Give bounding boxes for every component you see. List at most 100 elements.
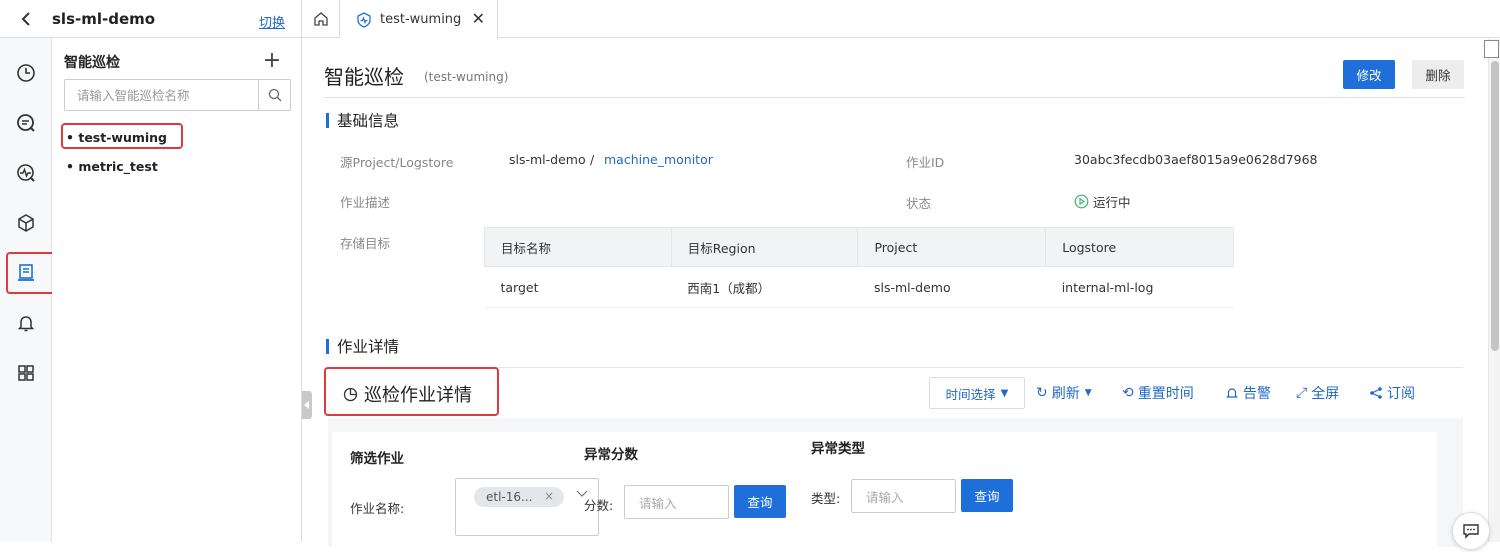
cube-icon[interactable] xyxy=(13,210,39,236)
job-name-label: 作业名称: xyxy=(350,501,405,516)
table-header: Project xyxy=(857,227,1047,267)
alert-button[interactable]: 告警 xyxy=(1225,383,1271,403)
table-cell: 西南1（成都） xyxy=(671,266,858,308)
share-icon xyxy=(1370,387,1382,399)
list-item-label: test-wuming xyxy=(78,130,168,145)
reset-time-button[interactable]: ⟲ 重置时间 xyxy=(1122,383,1194,403)
job-id-label: 作业ID xyxy=(906,155,945,170)
source-project: sls-ml-demo xyxy=(509,152,586,167)
job-filter-title: 筛选作业 xyxy=(350,451,404,467)
reset-time-label: 重置时间 xyxy=(1137,386,1194,402)
dashboard-header: 巡检作业详情 时间选择 ▼ ↻ 刷新 ▼ ⟲ 重置时间 告警 ⤢ 全屏 订阅 xyxy=(324,367,1463,418)
table-row: target 西南1（成都） sls-ml-demo internal-ml-l… xyxy=(484,266,1234,308)
caret-down-icon: ▼ xyxy=(1000,387,1009,399)
storage-label: 存储目标 xyxy=(340,236,391,251)
remove-tag-icon[interactable]: × xyxy=(544,489,554,503)
score-label: 分数: xyxy=(584,498,614,513)
corner-checkbox[interactable] xyxy=(1484,40,1499,58)
delete-button[interactable]: 删除 xyxy=(1412,60,1464,89)
job-name-select[interactable]: etl-16... × xyxy=(455,478,599,536)
home-icon xyxy=(313,12,328,26)
score-query-button[interactable]: 查询 xyxy=(734,485,786,518)
top-bar: sls-ml-demo 切换 test-wuming ✕ xyxy=(0,0,1500,39)
caret-down-icon: ▼ xyxy=(1084,388,1092,398)
source-separator: / xyxy=(590,152,595,167)
list-item-test-wuming[interactable]: • test-wuming xyxy=(66,130,167,145)
page-title: 智能巡检 xyxy=(324,65,404,89)
type-query-button[interactable]: 查询 xyxy=(961,479,1013,512)
chat-button[interactable] xyxy=(1452,512,1490,550)
dashboard-title-text: 巡检作业详情 xyxy=(364,385,472,406)
icon-rail xyxy=(0,38,56,542)
section-job-detail: 作业详情 xyxy=(326,335,399,357)
section-title: 基础信息 xyxy=(337,112,400,130)
vertical-scrollbar[interactable] xyxy=(1488,39,1500,542)
page-subtitle: (test-wuming) xyxy=(424,70,509,84)
inspection-list-panel: 智能巡检 + • test-wuming • metric_test xyxy=(52,38,302,542)
status-label: 状态 xyxy=(906,196,932,211)
search-button[interactable] xyxy=(258,80,290,110)
subscribe-label: 订阅 xyxy=(1387,386,1415,402)
job-id-value: 30abc3fecdb03aef8015a9e0628d7968 xyxy=(1074,152,1318,167)
score-input[interactable]: 请输入 xyxy=(624,485,729,519)
running-icon xyxy=(1074,194,1089,209)
project-header: sls-ml-demo 切换 xyxy=(0,0,302,38)
type-title: 异常类型 xyxy=(811,441,865,457)
tab-test-wuming[interactable]: test-wuming ✕ xyxy=(340,0,498,39)
search-box xyxy=(64,79,291,111)
list-item-metric-test[interactable]: • metric_test xyxy=(66,159,158,174)
job-tag: etl-16... × xyxy=(474,487,564,507)
bell-icon[interactable] xyxy=(13,310,39,336)
table-cell-link[interactable]: internal-ml-log xyxy=(1045,266,1234,308)
back-button[interactable] xyxy=(0,0,52,38)
search-input[interactable] xyxy=(65,80,258,110)
refresh-label: 刷新 xyxy=(1051,386,1080,402)
type-input[interactable]: 请输入 xyxy=(851,479,956,513)
clock-icon[interactable] xyxy=(13,60,39,86)
source-label: 源Project/Logstore xyxy=(340,155,454,170)
project-name: sls-ml-demo xyxy=(52,10,156,28)
add-inspection-button[interactable]: + xyxy=(260,50,284,74)
search-icon xyxy=(268,88,281,102)
score-title: 异常分数 xyxy=(584,447,638,463)
inspection-icon[interactable] xyxy=(13,260,39,286)
edit-button[interactable]: 修改 xyxy=(1343,60,1395,89)
type-label: 类型: xyxy=(811,491,841,506)
section-title: 作业详情 xyxy=(337,338,400,356)
source-logstore-link[interactable]: machine_monitor xyxy=(604,152,713,167)
table-header: 目标名称 xyxy=(484,227,672,267)
dashboard-icon[interactable] xyxy=(13,160,39,186)
list-title: 智能巡检 xyxy=(64,55,120,71)
status-value: 运行中 xyxy=(1074,192,1131,211)
search-log-icon[interactable] xyxy=(13,110,39,136)
table-header: 目标Region xyxy=(670,227,859,267)
grid-icon[interactable] xyxy=(13,360,39,386)
description-label: 作业描述 xyxy=(340,195,391,210)
refresh-icon: ↻ xyxy=(1036,385,1048,401)
tab-label: test-wuming xyxy=(380,12,462,27)
history-icon: ⟲ xyxy=(1122,385,1134,401)
pie-chart-icon xyxy=(343,387,358,401)
expand-icon: ⤢ xyxy=(1296,385,1308,401)
table-cell-link[interactable]: sls-ml-demo xyxy=(857,266,1046,308)
main-content: 智能巡检 (test-wuming) 修改 删除 基础信息 源Project/L… xyxy=(303,39,1488,552)
close-tab-icon[interactable]: ✕ xyxy=(472,9,485,28)
table-header-row: 目标名称 目标Region Project Logstore xyxy=(484,227,1234,267)
dashboard-card: 巡检作业详情 时间选择 ▼ ↻ 刷新 ▼ ⟲ 重置时间 告警 ⤢ 全屏 订阅 筛… xyxy=(324,367,1463,552)
storage-table: 目标名称 目标Region Project Logstore target 西南… xyxy=(484,227,1234,308)
refresh-button[interactable]: ↻ 刷新 ▼ xyxy=(1036,383,1092,403)
subscribe-button[interactable]: 订阅 xyxy=(1369,383,1415,403)
scrollbar-thumb[interactable] xyxy=(1491,61,1499,351)
switch-project-link[interactable]: 切换 xyxy=(259,12,285,31)
section-basic-info: 基础信息 xyxy=(326,109,399,131)
fullscreen-button[interactable]: ⤢ 全屏 xyxy=(1296,383,1339,403)
status-text: 运行中 xyxy=(1093,195,1131,210)
fullscreen-label: 全屏 xyxy=(1311,386,1340,402)
chat-icon xyxy=(1463,524,1479,539)
dashboard-title: 巡检作业详情 xyxy=(343,381,472,407)
table-cell: target xyxy=(484,266,672,308)
alert-label: 告警 xyxy=(1243,386,1271,402)
time-select-button[interactable]: 时间选择 ▼ xyxy=(929,377,1025,409)
home-tab[interactable] xyxy=(302,0,340,38)
bell-icon xyxy=(1226,388,1238,398)
